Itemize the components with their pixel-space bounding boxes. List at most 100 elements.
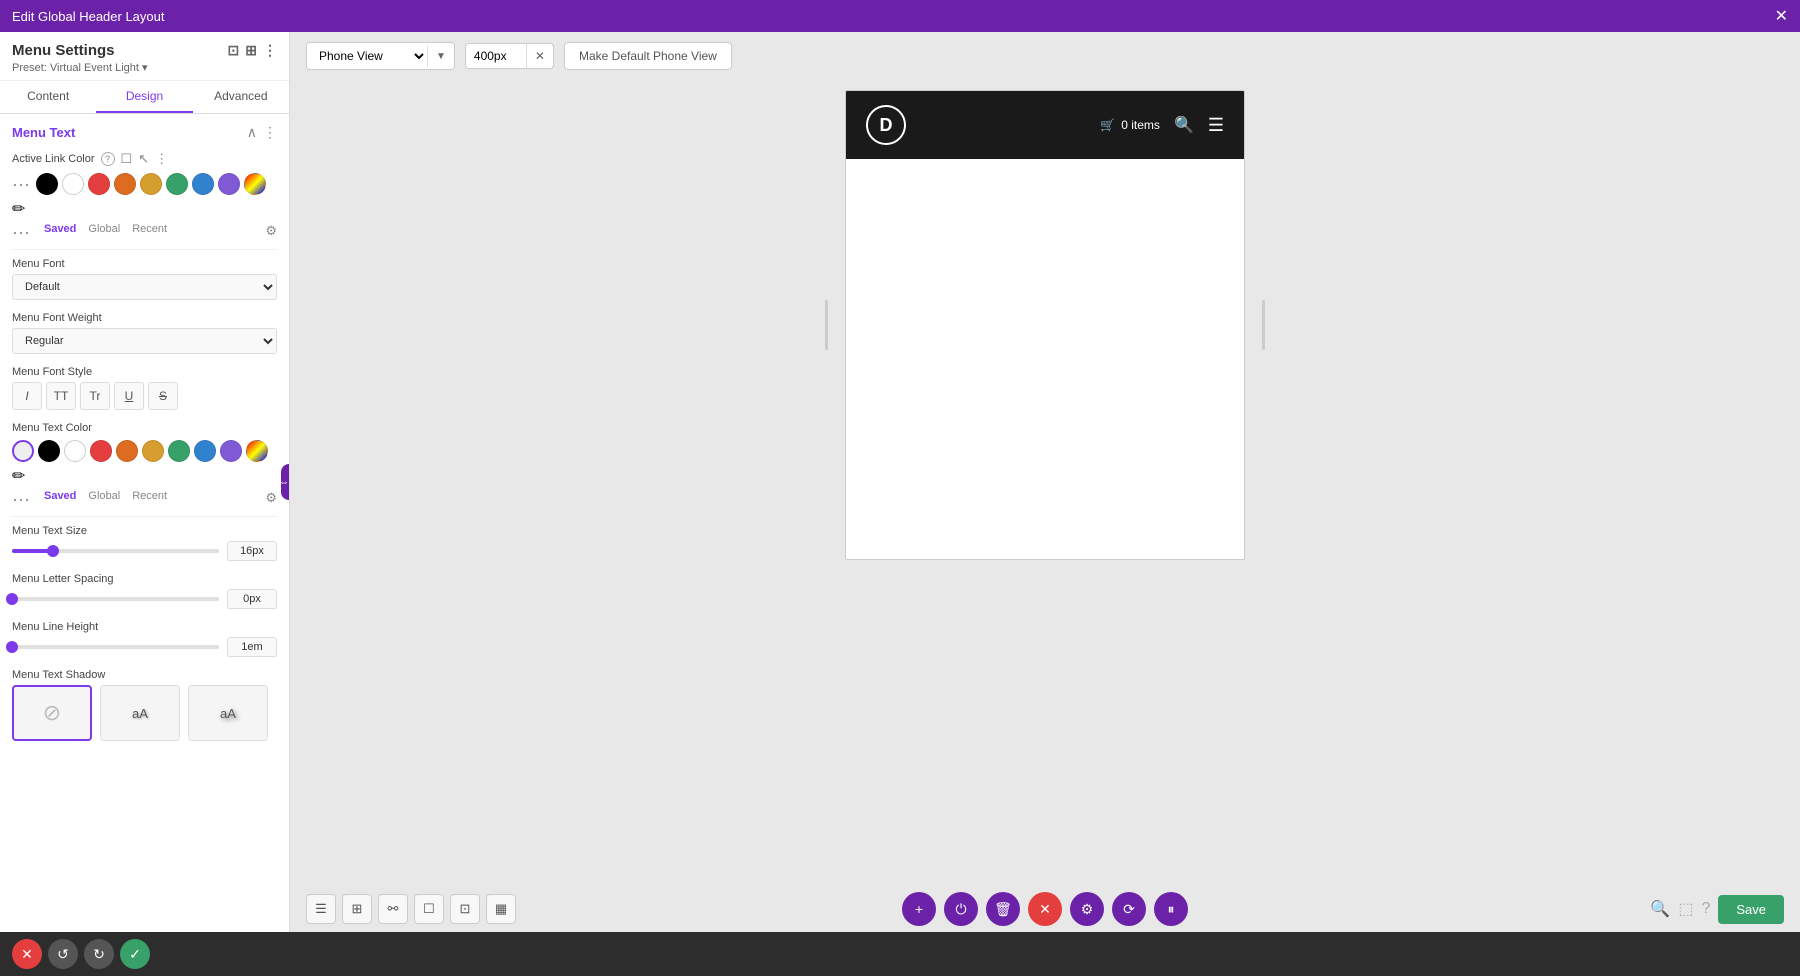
menu-text-size-label: Menu Text Size <box>12 525 277 537</box>
swatch-active-white[interactable] <box>12 440 34 462</box>
resize-handle[interactable]: ⇔ <box>281 464 290 500</box>
pause-btn[interactable]: ⏸ <box>1154 892 1188 926</box>
capitalize-btn[interactable]: Tr <box>80 382 110 410</box>
px-close-icon[interactable]: ✕ <box>526 44 553 68</box>
underline-btn[interactable]: U <box>114 382 144 410</box>
swatch-purple-2[interactable] <box>220 440 242 462</box>
color-gear-icon-2[interactable]: ⚙ <box>265 490 277 508</box>
more-icon[interactable]: ⋮ <box>263 42 277 59</box>
italic-btn[interactable]: I <box>12 382 42 410</box>
swatch-blue-2[interactable] <box>194 440 216 462</box>
color-tabs-menu-text: ··· Saved Global Recent ⚙ <box>12 490 277 508</box>
menu-font-weight-select[interactable]: Regular <box>12 328 277 354</box>
search-icon-preview[interactable]: 🔍 <box>1174 115 1194 135</box>
menu-font-select[interactable]: Default <box>12 274 277 300</box>
color-gear-icon[interactable]: ⚙ <box>265 223 277 241</box>
view-select-arrow-icon[interactable]: ▼ <box>427 46 454 67</box>
bottom-tools-center: + ⏻ 🗑 ✕ ⚙ ⟳ ⏸ <box>902 892 1188 926</box>
swatch-orange[interactable] <box>114 173 136 195</box>
refresh-btn[interactable]: ⟳ <box>1112 892 1146 926</box>
menu-text-size-thumb[interactable] <box>47 545 59 557</box>
view-select[interactable]: Phone View Tablet View Desktop View <box>307 43 427 69</box>
swatch-red[interactable] <box>88 173 110 195</box>
save-button[interactable]: Save <box>1718 895 1784 924</box>
tool-columns[interactable]: ▦ <box>486 894 516 924</box>
make-default-btn[interactable]: Make Default Phone View <box>564 42 732 70</box>
power-btn[interactable]: ⏻ <box>944 892 978 926</box>
px-input[interactable] <box>466 44 526 68</box>
menu-text-size-track[interactable] <box>12 549 219 553</box>
hamburger-icon-preview[interactable]: ☰ <box>1208 115 1224 136</box>
expand-swatches[interactable]: ··· <box>12 223 30 241</box>
swatch-white-2[interactable] <box>64 440 86 462</box>
cancel-action-btn[interactable]: ✕ <box>12 939 42 969</box>
swatch-red-2[interactable] <box>90 440 112 462</box>
pointer-icon[interactable]: ↖ <box>138 151 149 167</box>
color-tab-recent-2[interactable]: Recent <box>132 490 167 508</box>
menu-line-height-thumb[interactable] <box>6 641 18 653</box>
swatch-custom-2[interactable] <box>246 440 268 462</box>
cancel-center-btn[interactable]: ✕ <box>1028 892 1062 926</box>
color-tab-saved-2[interactable]: Saved <box>44 490 76 508</box>
swatch-orange-2[interactable] <box>116 440 138 462</box>
drag-handle-right[interactable] <box>1262 300 1265 350</box>
tool-link[interactable]: ⚯ <box>378 894 408 924</box>
help-icon[interactable]: ? <box>101 152 115 166</box>
zoom-icon-bottom[interactable]: 🔍 <box>1650 899 1670 919</box>
undo-btn[interactable]: ↺ <box>48 939 78 969</box>
tool-chat[interactable]: ☐ <box>414 894 444 924</box>
menu-letter-spacing-input[interactable] <box>227 589 277 609</box>
menu-line-height-input[interactable] <box>227 637 277 657</box>
color-tab-global[interactable]: Global <box>88 223 120 241</box>
collapse-icon[interactable]: ∧ <box>247 124 257 141</box>
close-icon[interactable]: ✕ <box>1775 6 1788 26</box>
expand-swatches-2[interactable]: ··· <box>12 490 30 508</box>
more-swatches-btn[interactable]: ··· <box>12 175 30 193</box>
menu-letter-spacing-track[interactable] <box>12 597 219 601</box>
tab-advanced[interactable]: Advanced <box>193 81 289 113</box>
device-icon[interactable]: ☐ <box>121 151 133 167</box>
redo-btn[interactable]: ↻ <box>84 939 114 969</box>
swatch-black-2[interactable] <box>38 440 60 462</box>
tab-content[interactable]: Content <box>0 81 96 113</box>
menu-line-height-track[interactable] <box>12 645 219 649</box>
swatch-yellow[interactable] <box>140 173 162 195</box>
swatch-blue[interactable] <box>192 173 214 195</box>
help-icon-bottom[interactable]: ? <box>1701 900 1710 918</box>
section-actions: ∧ ⋮ <box>247 124 277 141</box>
settings-btn[interactable]: ⚙ <box>1070 892 1104 926</box>
tool-square[interactable]: ⊡ <box>450 894 480 924</box>
drag-handle-left[interactable] <box>825 300 828 350</box>
minimize-icon[interactable]: ⊡ <box>228 42 240 59</box>
more-options-icon[interactable]: ⋮ <box>155 151 168 167</box>
swatch-black[interactable] <box>36 173 58 195</box>
swatch-white[interactable] <box>62 173 84 195</box>
menu-letter-spacing-label: Menu Letter Spacing <box>12 573 277 585</box>
shadow-none-btn[interactable]: ⊘ <box>12 685 92 741</box>
section-more-icon[interactable]: ⋮ <box>263 124 277 141</box>
confirm-btn[interactable]: ✓ <box>120 939 150 969</box>
strikethrough-btn[interactable]: S <box>148 382 178 410</box>
tool-grid[interactable]: ⊞ <box>342 894 372 924</box>
menu-text-size-input[interactable] <box>227 541 277 561</box>
swatch-custom[interactable] <box>244 173 266 195</box>
pen-icon-2[interactable]: ✏ <box>12 466 25 486</box>
menu-letter-spacing-thumb[interactable] <box>6 593 18 605</box>
color-tab-global-2[interactable]: Global <box>88 490 120 508</box>
color-tab-recent[interactable]: Recent <box>132 223 167 241</box>
add-btn[interactable]: + <box>902 892 936 926</box>
tab-design[interactable]: Design <box>96 81 192 113</box>
tool-hamburger[interactable]: ☰ <box>306 894 336 924</box>
tablet-icon-bottom[interactable]: ⬚ <box>1678 899 1693 919</box>
swatch-yellow-2[interactable] <box>142 440 164 462</box>
shadow-medium-btn[interactable]: aA <box>188 685 268 741</box>
swatch-green-2[interactable] <box>168 440 190 462</box>
swatch-green[interactable] <box>166 173 188 195</box>
color-tab-saved[interactable]: Saved <box>44 223 76 241</box>
delete-btn[interactable]: 🗑 <box>986 892 1020 926</box>
expand-icon[interactable]: ⊞ <box>245 42 257 59</box>
swatch-purple[interactable] <box>218 173 240 195</box>
pen-icon[interactable]: ✏ <box>12 199 25 219</box>
uppercase-btn[interactable]: TT <box>46 382 76 410</box>
shadow-light-btn[interactable]: aA <box>100 685 180 741</box>
